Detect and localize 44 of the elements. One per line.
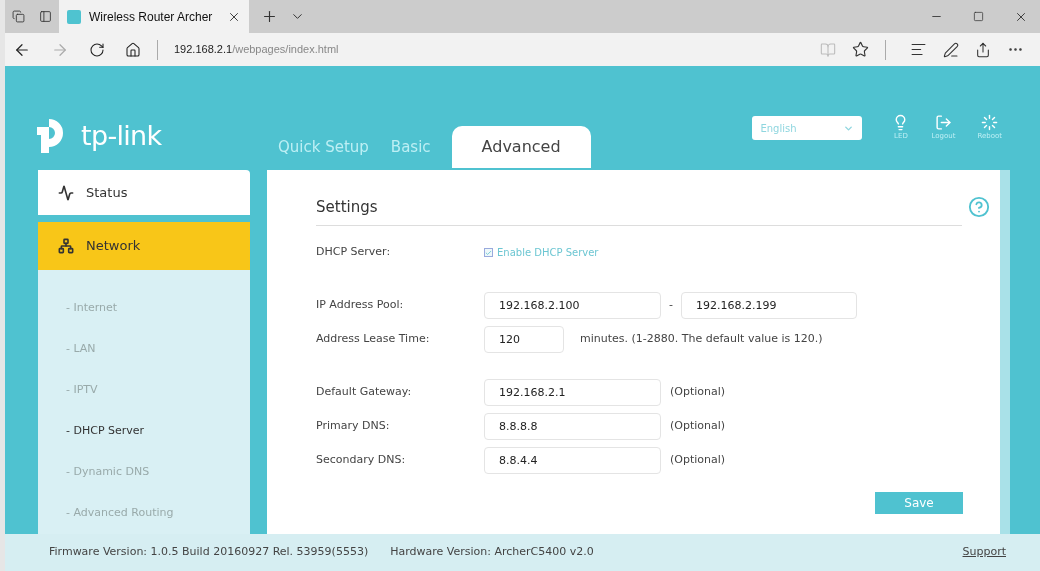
submenu-item[interactable]: - DHCP Server — [38, 411, 250, 452]
input-field[interactable]: 8.8.8.8 — [484, 413, 661, 440]
hint-text: (Optional) — [670, 384, 726, 401]
share-icon[interactable] — [975, 41, 991, 58]
check-icon — [485, 248, 492, 257]
address-field[interactable]: 192.168.2.1/webpages/index.html — [174, 41, 339, 58]
input-field[interactable]: 192.168.2.1 — [484, 379, 661, 406]
input-field[interactable]: 192.168.2.100 — [484, 292, 661, 319]
range-separator: - — [668, 297, 674, 314]
favicon-icon — [67, 9, 81, 24]
pen-icon[interactable] — [943, 41, 959, 58]
hint-text: (Optional) — [670, 418, 726, 435]
maximize-icon[interactable] — [973, 11, 984, 22]
tab-aside-icon[interactable] — [39, 10, 52, 23]
star-icon[interactable] — [852, 41, 869, 58]
field-label: DHCP Server: — [316, 244, 392, 261]
hardware-version: Hardware Version: ArcherC5400 v2.0 — [390, 544, 594, 561]
pulse-icon — [58, 184, 74, 201]
new-tab-icon[interactable] — [261, 8, 278, 25]
section-title: Settings — [316, 196, 962, 226]
field-label: Address Lease Time: — [316, 331, 431, 348]
hint-text: minutes. (1-2880. The default value is 120.) — [580, 331, 823, 348]
input-field[interactable]: 8.8.4.4 — [484, 447, 661, 474]
home-icon[interactable] — [125, 41, 141, 58]
input-field[interactable]: 192.168.2.199 — [681, 292, 857, 319]
burst-icon — [981, 114, 999, 132]
tabs-icon[interactable] — [12, 10, 25, 23]
logo-text: tp-link — [81, 118, 162, 153]
field-label: Primary DNS: — [316, 418, 391, 435]
exit-icon — [934, 114, 952, 132]
sidebar-item[interactable]: Status — [38, 170, 250, 215]
input-field[interactable]: 120 — [484, 326, 564, 353]
nav-tab[interactable]: Advanced — [451, 126, 591, 168]
field-label: Secondary DNS: — [316, 452, 407, 469]
refresh-icon[interactable] — [89, 41, 105, 58]
firmware-version: Firmware Version: 1.0.5 Build 20160927 Rel. 53959(5553) — [49, 544, 369, 561]
field-label: IP Address Pool: — [316, 297, 405, 314]
browser-tab[interactable]: Wireless Router Archer — [59, 0, 249, 33]
support-link[interactable]: Support — [962, 544, 1006, 561]
field-label: Default Gateway: — [316, 384, 413, 401]
hint-text: (Optional) — [670, 452, 726, 469]
network-icon — [58, 238, 74, 254]
sidebar-item[interactable]: Network — [38, 222, 250, 270]
lines-icon[interactable] — [910, 41, 927, 58]
